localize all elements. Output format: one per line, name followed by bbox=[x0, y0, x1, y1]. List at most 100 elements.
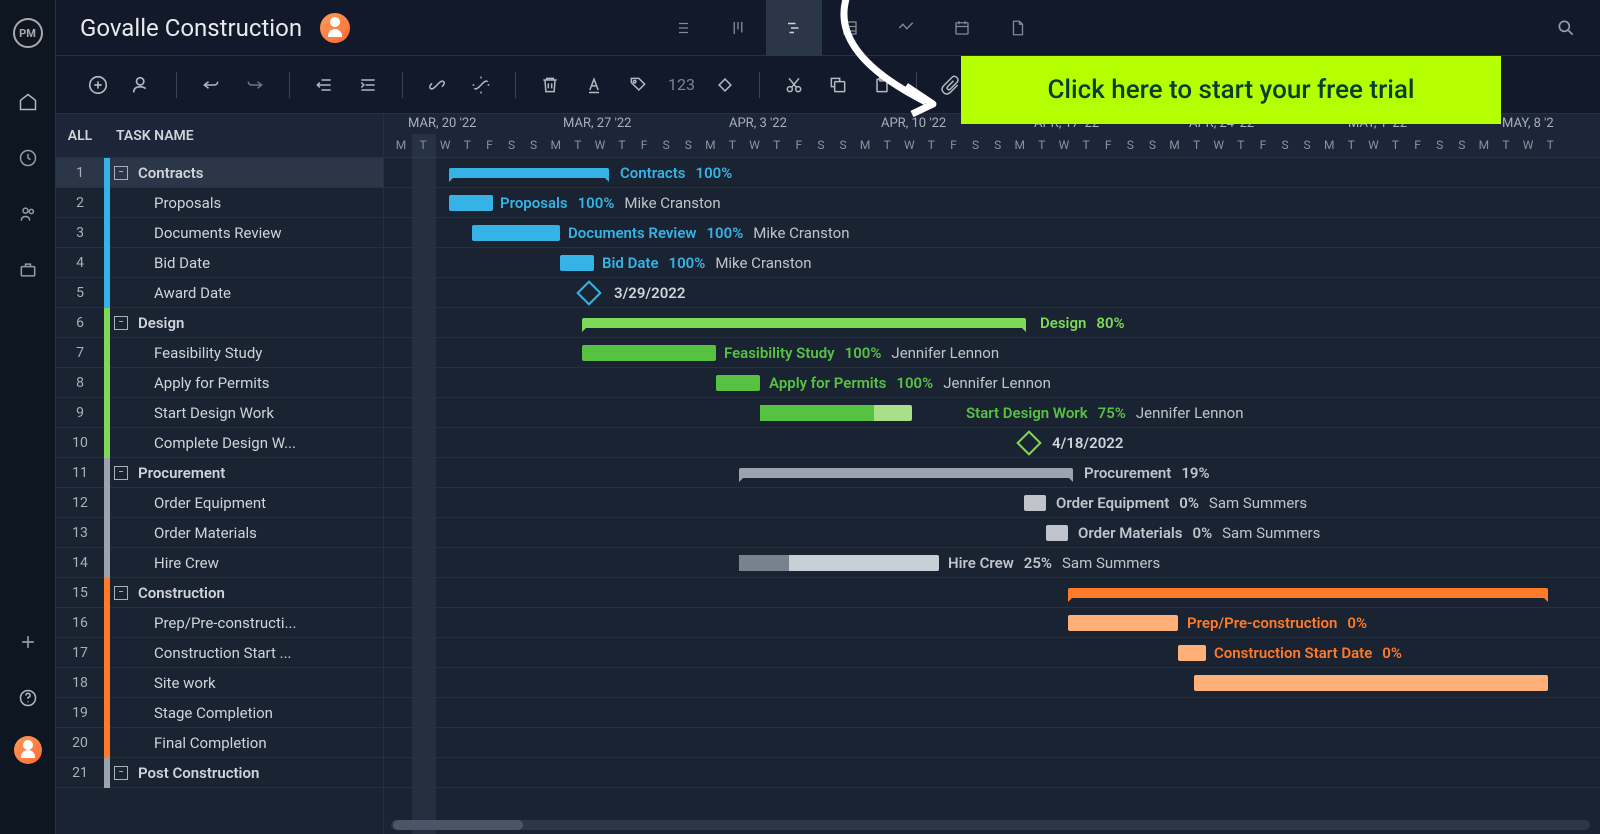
gantt-group-bar[interactable] bbox=[1068, 588, 1548, 598]
task-row[interactable]: 5Award Date bbox=[56, 278, 383, 308]
gantt-row[interactable]: Order Equipment0%Sam Summers bbox=[384, 488, 1600, 518]
gantt-row[interactable]: Feasibility Study100%Jennifer Lennon bbox=[384, 338, 1600, 368]
gantt-row[interactable]: Hire Crew25%Sam Summers bbox=[384, 548, 1600, 578]
col-all[interactable]: ALL bbox=[56, 128, 104, 144]
tag-icon[interactable] bbox=[620, 67, 656, 103]
home-icon[interactable] bbox=[18, 92, 38, 112]
assign-icon[interactable] bbox=[124, 67, 160, 103]
gantt-task-bar[interactable] bbox=[739, 555, 939, 571]
tab-board-icon[interactable] bbox=[710, 0, 766, 56]
task-row[interactable]: 20Final Completion bbox=[56, 728, 383, 758]
task-row[interactable]: 10Complete Design W... bbox=[56, 428, 383, 458]
gantt-row[interactable] bbox=[384, 668, 1600, 698]
gantt-row[interactable]: Contracts100% bbox=[384, 158, 1600, 188]
gantt-row[interactable]: Procurement19% bbox=[384, 458, 1600, 488]
user-avatar-icon[interactable] bbox=[14, 736, 42, 764]
task-row[interactable]: 2Proposals bbox=[56, 188, 383, 218]
tab-calendar-icon[interactable] bbox=[934, 0, 990, 56]
task-row[interactable]: 11−Procurement bbox=[56, 458, 383, 488]
gantt-group-bar[interactable] bbox=[582, 318, 1026, 328]
expand-icon[interactable]: − bbox=[114, 316, 128, 330]
gantt-row[interactable]: Design80% bbox=[384, 308, 1600, 338]
gantt-task-bar[interactable] bbox=[716, 375, 760, 391]
cta-banner[interactable]: Click here to start your free trial bbox=[961, 56, 1501, 124]
gantt-task-bar[interactable] bbox=[1024, 495, 1046, 511]
task-row[interactable]: 3Documents Review bbox=[56, 218, 383, 248]
gantt-row[interactable] bbox=[384, 758, 1600, 788]
unlink-icon[interactable] bbox=[463, 67, 499, 103]
link-icon[interactable] bbox=[419, 67, 455, 103]
plus-icon[interactable] bbox=[18, 632, 38, 652]
gantt-task-bar[interactable] bbox=[1194, 675, 1548, 691]
task-row[interactable]: 1−Contracts bbox=[56, 158, 383, 188]
task-row[interactable]: 18Site work bbox=[56, 668, 383, 698]
task-row[interactable]: 14Hire Crew bbox=[56, 548, 383, 578]
help-icon[interactable] bbox=[18, 688, 38, 708]
gantt-group-bar[interactable] bbox=[739, 468, 1073, 478]
briefcase-icon[interactable] bbox=[18, 260, 38, 280]
gantt-group-bar[interactable] bbox=[449, 168, 609, 178]
task-row[interactable]: 19Stage Completion bbox=[56, 698, 383, 728]
gantt-task-bar[interactable] bbox=[760, 405, 912, 421]
gantt-row[interactable]: 3/29/2022 bbox=[384, 278, 1600, 308]
task-row[interactable]: 16Prep/Pre-constructi... bbox=[56, 608, 383, 638]
gantt-row[interactable] bbox=[384, 728, 1600, 758]
task-row[interactable]: 8Apply for Permits bbox=[56, 368, 383, 398]
gantt-row[interactable]: Apply for Permits100%Jennifer Lennon bbox=[384, 368, 1600, 398]
add-task-icon[interactable] bbox=[80, 67, 116, 103]
task-row[interactable]: 4Bid Date bbox=[56, 248, 383, 278]
undo-icon[interactable] bbox=[193, 67, 229, 103]
team-icon[interactable] bbox=[18, 204, 38, 224]
gantt-row[interactable]: Construction Start Date0% bbox=[384, 638, 1600, 668]
expand-icon[interactable]: − bbox=[114, 586, 128, 600]
gantt-task-bar[interactable] bbox=[582, 345, 716, 361]
gantt-row[interactable]: Bid Date100%Mike Cranston bbox=[384, 248, 1600, 278]
text-color-icon[interactable] bbox=[576, 67, 612, 103]
clock-icon[interactable] bbox=[18, 148, 38, 168]
milestone-icon[interactable] bbox=[1016, 430, 1041, 455]
redo-icon[interactable] bbox=[237, 67, 273, 103]
gantt-area[interactable]: MAR, 20 '22MAR, 27 '22APR, 3 '22APR, 10 … bbox=[384, 114, 1600, 834]
cut-icon[interactable] bbox=[776, 67, 812, 103]
delete-icon[interactable] bbox=[532, 67, 568, 103]
task-row[interactable]: 7Feasibility Study bbox=[56, 338, 383, 368]
expand-icon[interactable]: − bbox=[114, 166, 128, 180]
task-row[interactable]: 21−Post Construction bbox=[56, 758, 383, 788]
gantt-row[interactable]: Order Materials0%Sam Summers bbox=[384, 518, 1600, 548]
gantt-task-bar[interactable] bbox=[449, 195, 493, 211]
expand-icon[interactable]: − bbox=[114, 466, 128, 480]
tab-files-icon[interactable] bbox=[990, 0, 1046, 56]
gantt-row[interactable] bbox=[384, 578, 1600, 608]
gantt-task-bar[interactable] bbox=[1046, 525, 1068, 541]
search-icon[interactable] bbox=[1556, 18, 1576, 38]
gantt-task-bar[interactable] bbox=[1068, 615, 1178, 631]
pm-logo-icon[interactable]: PM bbox=[13, 18, 43, 48]
tab-sheet-icon[interactable] bbox=[822, 0, 878, 56]
milestone-icon[interactable] bbox=[707, 67, 743, 103]
paste-icon[interactable] bbox=[864, 67, 900, 103]
gantt-task-bar[interactable] bbox=[560, 255, 594, 271]
gantt-row[interactable]: Prep/Pre-construction0% bbox=[384, 608, 1600, 638]
col-name[interactable]: TASK NAME bbox=[104, 128, 194, 144]
task-row[interactable]: 17Construction Start ... bbox=[56, 638, 383, 668]
gantt-row[interactable]: Proposals100%Mike Cranston bbox=[384, 188, 1600, 218]
task-row[interactable]: 6−Design bbox=[56, 308, 383, 338]
task-row[interactable]: 12Order Equipment bbox=[56, 488, 383, 518]
gantt-task-bar[interactable] bbox=[1178, 645, 1206, 661]
gantt-row[interactable]: Documents Review100%Mike Cranston bbox=[384, 218, 1600, 248]
horizontal-scrollbar[interactable] bbox=[391, 820, 1590, 830]
scrollbar-thumb[interactable] bbox=[393, 820, 523, 830]
expand-icon[interactable]: − bbox=[114, 766, 128, 780]
gantt-row[interactable]: 4/18/2022 bbox=[384, 428, 1600, 458]
tab-dashboard-icon[interactable] bbox=[878, 0, 934, 56]
task-row[interactable]: 9Start Design Work bbox=[56, 398, 383, 428]
gantt-task-bar[interactable] bbox=[472, 225, 560, 241]
task-row[interactable]: 15−Construction bbox=[56, 578, 383, 608]
gantt-row[interactable] bbox=[384, 698, 1600, 728]
copy-icon[interactable] bbox=[820, 67, 856, 103]
project-owner-avatar-icon[interactable] bbox=[320, 13, 350, 43]
gantt-row[interactable]: Start Design Work75%Jennifer Lennon bbox=[384, 398, 1600, 428]
tab-list-icon[interactable] bbox=[654, 0, 710, 56]
tab-gantt-icon[interactable] bbox=[766, 0, 822, 56]
milestone-icon[interactable] bbox=[576, 280, 601, 305]
